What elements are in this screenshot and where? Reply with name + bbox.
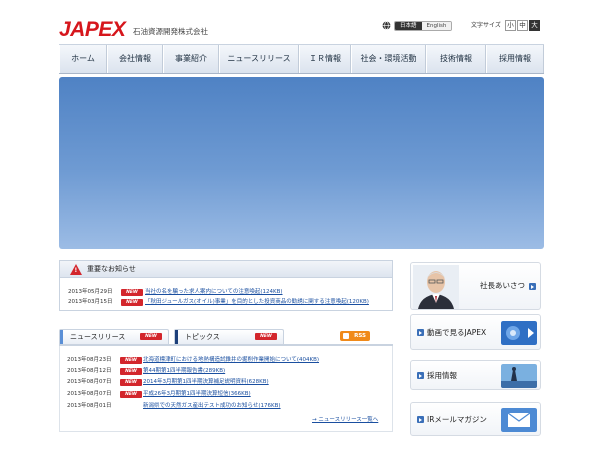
news-item: 2013年08月23日 NEW 北海道標津町における地熱構造試錐井の掘削作業開始… (67, 356, 387, 365)
company-name: 石油資源開発株式会社 (133, 27, 208, 36)
arrow-right-icon (417, 329, 424, 336)
nav-item-business[interactable]: 事業紹介 (163, 45, 219, 73)
mail-icon (501, 408, 537, 432)
nav-item-csr[interactable]: 社会・環境活動 (351, 45, 426, 73)
notice-date: 2013年05月29日 (68, 289, 113, 295)
president-photo (413, 265, 459, 309)
new-badge: NEW (121, 289, 143, 296)
news-date: 2013年08月23日 (67, 357, 112, 363)
font-size-small-button[interactable]: 小 (505, 20, 516, 31)
japex-logo[interactable]: JAPEX (59, 19, 126, 40)
tab-topics-label: トピックス (185, 333, 220, 341)
language-switch: 日本語 English (394, 21, 453, 31)
tab-news-release-label: ニュースリリース (70, 333, 126, 341)
sidebar-recruit-label: 採用情報 (427, 371, 457, 380)
news-link[interactable]: 新潟県での天然ガス産出テスト成功のお知らせ(176KB) (143, 402, 281, 411)
language-english-button[interactable]: English (421, 22, 452, 30)
sidebar-ir-mail-label: IRメールマガジン (427, 415, 487, 424)
news-date: 2013年08月07日 (67, 379, 112, 385)
globe-icon (382, 21, 391, 30)
rss-button[interactable]: RSS (340, 331, 370, 341)
arrow-right-icon (529, 283, 536, 290)
nav-item-news-release[interactable]: ニュースリリース (219, 45, 299, 73)
new-badge: NEW (120, 368, 142, 375)
warning-mark: ! (74, 267, 78, 274)
sidebar-president-banner[interactable]: 社長あいさつ (410, 262, 541, 310)
new-badge: NEW (120, 391, 142, 398)
sidebar-video-label: 動画で見るJAPEX (427, 328, 487, 337)
news-date: 2013年08月12日 (67, 368, 112, 374)
tab-accent (60, 330, 63, 344)
font-size-large-button[interactable]: 大 (529, 20, 540, 31)
notice-item: 2013年05月29日 NEW 当社の名を騙った求人案内についての注意喚起(12… (68, 288, 390, 297)
notice-link[interactable]: 「秋田ジュールガス(オイル)事業」を目的とした投資商品の勧誘に関する注意喚起(1… (145, 298, 369, 307)
sidebar-recruit-banner[interactable]: 採用情報 (410, 360, 541, 390)
nav-item-recruit[interactable]: 採用情報 (486, 45, 544, 73)
new-badge: NEW (140, 333, 162, 340)
notice-header: ! 重要なお知らせ (60, 261, 392, 278)
language-japanese-button[interactable]: 日本語 (395, 22, 422, 30)
tab-accent (175, 330, 178, 344)
tab-topics[interactable]: トピックス NEW (174, 329, 284, 344)
new-badge: NEW (121, 299, 143, 306)
video-thumbnail (501, 321, 537, 345)
news-item: 2013年08月07日 NEW 2014年3月期第1四半期決算補足説明資料(62… (67, 378, 387, 387)
new-badge: NEW (255, 333, 277, 340)
nav-item-ir[interactable]: ＩＲ情報 (299, 45, 351, 73)
notice-date: 2013年03月15日 (68, 299, 113, 305)
news-link[interactable]: 第44期第1四半期報告書(289KB) (143, 367, 225, 376)
page: JAPEX 石油資源開発株式会社 日本語 English 文字サイズ 小 中 大… (0, 0, 600, 452)
nav-item-home[interactable]: ホーム (59, 45, 107, 73)
font-size-label: 文字サイズ (471, 22, 501, 29)
header: JAPEX 石油資源開発株式会社 日本語 English 文字サイズ 小 中 大 (0, 0, 600, 44)
important-notice-panel: ! 重要なお知らせ 2013年05月29日 NEW 当社の名を騙った求人案内につ… (59, 260, 393, 311)
news-item: 2013年08月01日 新潟県での天然ガス産出テスト成功のお知らせ(176KB) (67, 402, 387, 411)
news-link[interactable]: 北海道標津町における地熱構造試錐井の掘削作業開始について(404KB) (143, 356, 319, 365)
new-badge: NEW (120, 357, 142, 364)
global-nav: ホーム 会社情報 事業紹介 ニュースリリース ＩＲ情報 社会・環境活動 技術情報… (59, 44, 544, 74)
new-badge: NEW (120, 379, 142, 386)
news-item: 2013年08月07日 NEW 平成26年3月期第1四半期決算短信(366KB) (67, 390, 387, 399)
hero-banner[interactable] (59, 77, 544, 249)
nav-item-technology[interactable]: 技術情報 (426, 45, 486, 73)
news-date: 2013年08月07日 (67, 391, 112, 397)
sidebar-video-banner[interactable]: 動画で見るJAPEX (410, 314, 541, 350)
sidebar-president-label: 社長あいさつ (480, 281, 525, 290)
arrow-right-icon (417, 372, 424, 379)
nav-item-company[interactable]: 会社情報 (107, 45, 163, 73)
tab-news-release[interactable]: ニュースリリース NEW (59, 329, 169, 344)
news-link[interactable]: 2014年3月期第1四半期決算補足説明資料(628KB) (143, 378, 269, 387)
news-item: 2013年08月12日 NEW 第44期第1四半期報告書(289KB) (67, 367, 387, 376)
notice-title: 重要なお知らせ (87, 265, 136, 273)
recruit-thumbnail (501, 364, 537, 388)
notice-item: 2013年03月15日 NEW 「秋田ジュールガス(オイル)事業」を目的とした投… (68, 298, 390, 307)
arrow-right-icon (417, 416, 424, 423)
font-size-medium-button[interactable]: 中 (517, 20, 528, 31)
notice-link[interactable]: 当社の名を騙った求人案内についての注意喚起(124KB) (145, 288, 283, 297)
sidebar-ir-mail-banner[interactable]: IRメールマガジン (410, 402, 541, 436)
news-date: 2013年08月01日 (67, 403, 112, 409)
news-list-more-link[interactable]: → ニュースリリース一覧へ (312, 416, 378, 424)
news-link[interactable]: 平成26年3月期第1四半期決算短信(366KB) (143, 390, 251, 399)
